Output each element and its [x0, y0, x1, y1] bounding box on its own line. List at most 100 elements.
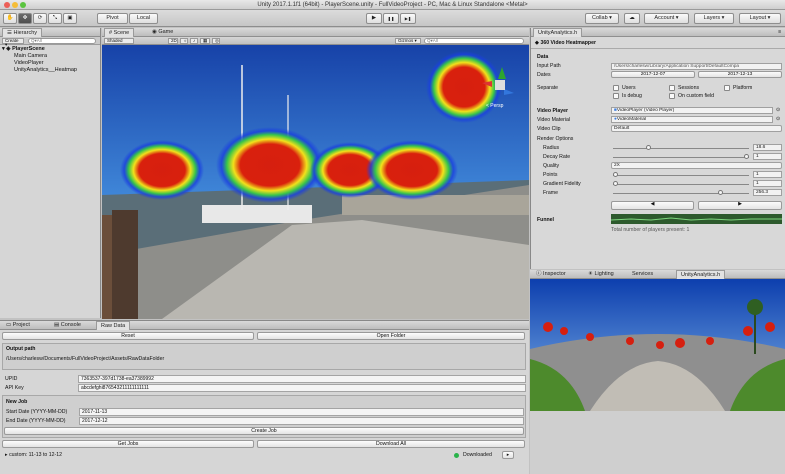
minimize-window-icon[interactable]: [12, 2, 18, 8]
create-dropdown[interactable]: Create ▾: [2, 38, 24, 47]
rect-tool-button[interactable]: ▣: [63, 13, 77, 24]
tab-console[interactable]: ▤ Console: [50, 321, 85, 330]
gizmos-dropdown[interactable]: Gizmos ▾: [395, 38, 421, 44]
scale-tool-button[interactable]: ⤡: [48, 13, 62, 24]
account-dropdown[interactable]: Account ▾: [644, 13, 689, 24]
effects-toggle[interactable]: ▦: [200, 38, 210, 44]
get-jobs-button[interactable]: Get Jobs: [2, 440, 254, 448]
start-date-button[interactable]: 2017-12-07: [611, 71, 695, 78]
grid-icon: #: [109, 30, 113, 36]
tab-hierarchy[interactable]: ☰ Hierarchy: [2, 28, 43, 37]
decay-rate-field[interactable]: 1: [753, 153, 782, 160]
gradient-fidelity-slider-handle[interactable]: [613, 181, 618, 186]
video-clip-dropdown[interactable]: Default: [611, 125, 782, 132]
heatmapper-title-text: 360 Video Heatmapper: [540, 40, 597, 46]
tab-analytics-game[interactable]: UnityAnalytics.h: [676, 270, 726, 279]
tab-lighting[interactable]: ☀ Lighting: [584, 270, 618, 279]
object-picker-icon[interactable]: ⊙: [776, 116, 780, 122]
points-slider[interactable]: [613, 175, 749, 176]
play-button[interactable]: ▶: [366, 13, 382, 24]
open-folder-button[interactable]: Open Folder: [257, 332, 525, 340]
upid-label: UPID: [5, 376, 18, 382]
tab-services[interactable]: Services: [628, 270, 657, 279]
frame-slider-handle[interactable]: [717, 190, 723, 195]
points-field[interactable]: 1: [753, 171, 782, 178]
tab-game[interactable]: ◉ Game: [148, 28, 177, 37]
hierarchy-item-main-camera[interactable]: Main Camera: [14, 53, 47, 60]
reset-button[interactable]: Reset: [2, 332, 254, 340]
play-heatmap-button[interactable]: ▶: [698, 201, 782, 210]
input-path-field[interactable]: /Users/charlesw/Library/Application Supp…: [611, 63, 782, 70]
step-button[interactable]: ▶❚: [400, 13, 416, 24]
download-all-button[interactable]: Download All: [257, 440, 525, 448]
2d-toggle[interactable]: 2D: [168, 38, 178, 44]
list-icon: ☰: [7, 30, 12, 36]
job-list-item[interactable]: ▸ custom: 11-13 to 12-12: [5, 452, 62, 458]
scene-search-input[interactable]: Q▾All: [424, 38, 524, 44]
api-key-label: API Key: [5, 385, 24, 391]
frame-field[interactable]: 256.3: [753, 189, 782, 196]
tab-scene[interactable]: # Scene: [104, 28, 135, 37]
tab-inspector[interactable]: ⓘ Inspector: [532, 270, 570, 279]
collab-dropdown[interactable]: Collab ▾: [585, 13, 619, 24]
step-icon: ▶❚: [404, 16, 412, 21]
output-path-value: /Users/charlesw/Documents/FullVideoProje…: [6, 356, 165, 362]
lighting-toggle[interactable]: ☼: [180, 38, 188, 44]
pivot-toggle[interactable]: Pivot: [97, 13, 128, 24]
rect-tool-icon: ▣: [67, 15, 73, 21]
radius-slider[interactable]: [613, 148, 749, 149]
quality-dropdown[interactable]: 2X: [611, 162, 782, 169]
sessions-checkbox[interactable]: [669, 85, 675, 91]
search-placeholder: Q▾All: [31, 38, 42, 43]
scale-icon: ⤡: [52, 15, 58, 21]
gradient-fidelity-slider[interactable]: [613, 184, 749, 185]
scene-root-item[interactable]: ▾ ◈ PlayerScene: [2, 46, 45, 53]
close-window-icon[interactable]: [4, 2, 10, 8]
decay-rate-slider[interactable]: [613, 157, 749, 158]
panel-menu-icon[interactable]: ≡: [778, 29, 781, 35]
frame-slider[interactable]: [613, 193, 749, 194]
end-date-button[interactable]: 2017-12-13: [698, 71, 782, 78]
hierarchy-search-input[interactable]: Q▾All: [28, 38, 96, 44]
start-date-input[interactable]: 2017-11-13: [79, 408, 524, 416]
object-picker-icon[interactable]: ⊙: [776, 107, 780, 113]
hidden-objects-toggle[interactable]: ◎: [212, 38, 220, 44]
points-slider-handle[interactable]: [613, 172, 618, 177]
video-player-label: Video Player: [537, 108, 569, 114]
decay-rate-slider-handle[interactable]: [744, 154, 749, 159]
tab-unity-analytics[interactable]: UnityAnalytics.h: [533, 28, 583, 37]
layout-dropdown[interactable]: Layout ▾: [739, 13, 781, 24]
upid-input[interactable]: 7363537-397d1738-ea37389992: [78, 375, 526, 383]
custom-field-checkbox[interactable]: [669, 93, 675, 99]
move-tool-button[interactable]: ✥: [18, 13, 32, 24]
video-player-field[interactable]: ■VideoPlayer (Video Player): [611, 107, 773, 114]
video-material-field[interactable]: ●VideoMaterial: [611, 116, 773, 123]
pivot-label: Pivot: [106, 15, 119, 21]
platform-checkbox[interactable]: [724, 85, 730, 91]
is-debug-checkbox[interactable]: [613, 93, 619, 99]
rotate-tool-button[interactable]: ⟳: [33, 13, 47, 24]
local-toggle[interactable]: Local: [129, 13, 158, 24]
tab-project[interactable]: ▭ Project: [2, 321, 34, 330]
hierarchy-item-videoplayer[interactable]: VideoPlayer: [14, 60, 44, 67]
layers-dropdown[interactable]: Layers ▾: [694, 13, 734, 24]
api-key-input[interactable]: abcdefghi876543211111111111: [78, 384, 526, 392]
zoom-window-icon[interactable]: [20, 2, 26, 8]
gradient-fidelity-field[interactable]: 1: [753, 180, 782, 187]
status-indicator-icon: [454, 453, 459, 458]
job-action-button[interactable]: ▸: [502, 451, 514, 459]
cloud-button[interactable]: ☁: [624, 13, 640, 24]
audio-toggle[interactable]: ♪: [190, 38, 198, 44]
shading-dropdown[interactable]: Shaded: [104, 38, 134, 44]
create-job-button[interactable]: Create Job: [4, 427, 524, 435]
pause-button[interactable]: ❚❚: [383, 13, 399, 24]
users-checkbox[interactable]: [613, 85, 619, 91]
hand-tool-button[interactable]: ✋: [3, 13, 17, 24]
scene-view[interactable]: # Scene ◉ Game Shaded 2D ☼ ♪ ▦ ◎ Gizmos …: [102, 28, 529, 319]
radius-field[interactable]: 18.6: [753, 144, 782, 151]
end-date-input[interactable]: 2017-12-12: [79, 417, 524, 425]
tab-raw-data[interactable]: Raw Data: [96, 321, 131, 330]
radius-slider-handle[interactable]: [645, 145, 651, 150]
hierarchy-item-heatmap[interactable]: UnityAnalytics__Heatmap: [14, 67, 77, 74]
prev-frame-button[interactable]: ◀: [611, 201, 694, 210]
